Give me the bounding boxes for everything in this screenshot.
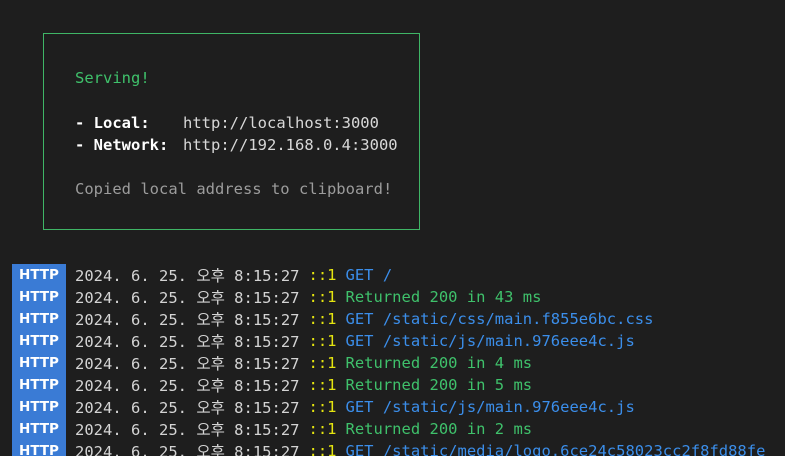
log-row: HTTP 2024. 6. 25. 오후 8:15:27 ::1 Returne… xyxy=(12,374,785,396)
log-message: GET /static/js/main.976eee4c.js xyxy=(345,398,635,416)
log-ip: ::1 xyxy=(308,354,337,372)
log-row: HTTP 2024. 6. 25. 오후 8:15:27 ::1 GET /st… xyxy=(12,396,785,418)
http-badge: HTTP xyxy=(12,286,66,308)
log-timestamp: 2024. 6. 25. 오후 8:15:27 xyxy=(75,377,300,395)
http-badge: HTTP xyxy=(12,374,66,396)
log-ip: ::1 xyxy=(308,332,337,350)
log-message: Returned 200 in 4 ms xyxy=(345,354,533,372)
terminal-window[interactable]: Serving! - Local: http://localhost:3000 -… xyxy=(0,0,785,456)
log-row: HTTP 2024. 6. 25. 오후 8:15:27 ::1 Returne… xyxy=(12,286,785,308)
clipboard-note: Copied local address to clipboard! xyxy=(75,180,393,198)
log-timestamp: 2024. 6. 25. 오후 8:15:27 xyxy=(75,421,300,439)
http-badge: HTTP xyxy=(12,308,66,330)
local-url[interactable]: http://localhost:3000 xyxy=(183,114,379,132)
log-ip: ::1 xyxy=(308,376,337,394)
log-ip: ::1 xyxy=(308,420,337,438)
log-row: HTTP 2024. 6. 25. 오후 8:15:27 ::1 GET / xyxy=(12,264,785,286)
log-timestamp: 2024. 6. 25. 오후 8:15:27 xyxy=(75,333,300,351)
log-timestamp: 2024. 6. 25. 오후 8:15:27 xyxy=(75,311,300,329)
local-label: - Local: xyxy=(75,114,150,132)
log-timestamp: 2024. 6. 25. 오후 8:15:27 xyxy=(75,443,300,456)
log-message: GET / xyxy=(345,266,393,284)
log-ip: ::1 xyxy=(308,266,337,284)
log-row: HTTP 2024. 6. 25. 오후 8:15:27 ::1 GET /st… xyxy=(12,308,785,330)
http-badge: HTTP xyxy=(12,264,66,286)
http-badge: HTTP xyxy=(12,396,66,418)
log-row: HTTP 2024. 6. 25. 오후 8:15:27 ::1 Returne… xyxy=(12,352,785,374)
network-url[interactable]: http://192.168.0.4:3000 xyxy=(183,136,398,154)
log-row: HTTP 2024. 6. 25. 오후 8:15:27 ::1 GET /st… xyxy=(12,440,785,456)
http-badge: HTTP xyxy=(12,440,66,456)
local-address-row: - Local: http://localhost:3000 xyxy=(75,112,379,134)
http-badge: HTTP xyxy=(12,352,66,374)
log-timestamp: 2024. 6. 25. 오후 8:15:27 xyxy=(75,355,300,373)
log-message: GET /static/css/main.f855e6bc.css xyxy=(345,310,654,328)
request-log: HTTP 2024. 6. 25. 오후 8:15:27 ::1 GET / H… xyxy=(12,264,785,456)
http-badge: HTTP xyxy=(12,418,66,440)
serve-info-box: Serving! - Local: http://localhost:3000 -… xyxy=(43,33,420,230)
log-timestamp: 2024. 6. 25. 오후 8:15:27 xyxy=(75,267,300,285)
log-message: Returned 200 in 2 ms xyxy=(345,420,533,438)
log-row: HTTP 2024. 6. 25. 오후 8:15:27 ::1 Returne… xyxy=(12,418,785,440)
network-label: - Network: xyxy=(75,136,169,154)
log-timestamp: 2024. 6. 25. 오후 8:15:27 xyxy=(75,289,300,307)
serving-status: Serving! xyxy=(75,69,150,87)
log-message: Returned 200 in 43 ms xyxy=(345,288,542,306)
log-ip: ::1 xyxy=(308,398,337,416)
log-message: GET /static/js/main.976eee4c.js xyxy=(345,332,635,350)
network-address-row: - Network: http://192.168.0.4:3000 xyxy=(75,134,398,156)
log-timestamp: 2024. 6. 25. 오후 8:15:27 xyxy=(75,399,300,417)
log-ip: ::1 xyxy=(308,442,337,456)
http-badge: HTTP xyxy=(12,330,66,352)
log-message: Returned 200 in 5 ms xyxy=(345,376,533,394)
log-row: HTTP 2024. 6. 25. 오후 8:15:27 ::1 GET /st… xyxy=(12,330,785,352)
log-ip: ::1 xyxy=(308,288,337,306)
log-ip: ::1 xyxy=(308,310,337,328)
log-message: GET /static/media/logo.6ce24c58023cc2f8f… xyxy=(345,442,766,456)
